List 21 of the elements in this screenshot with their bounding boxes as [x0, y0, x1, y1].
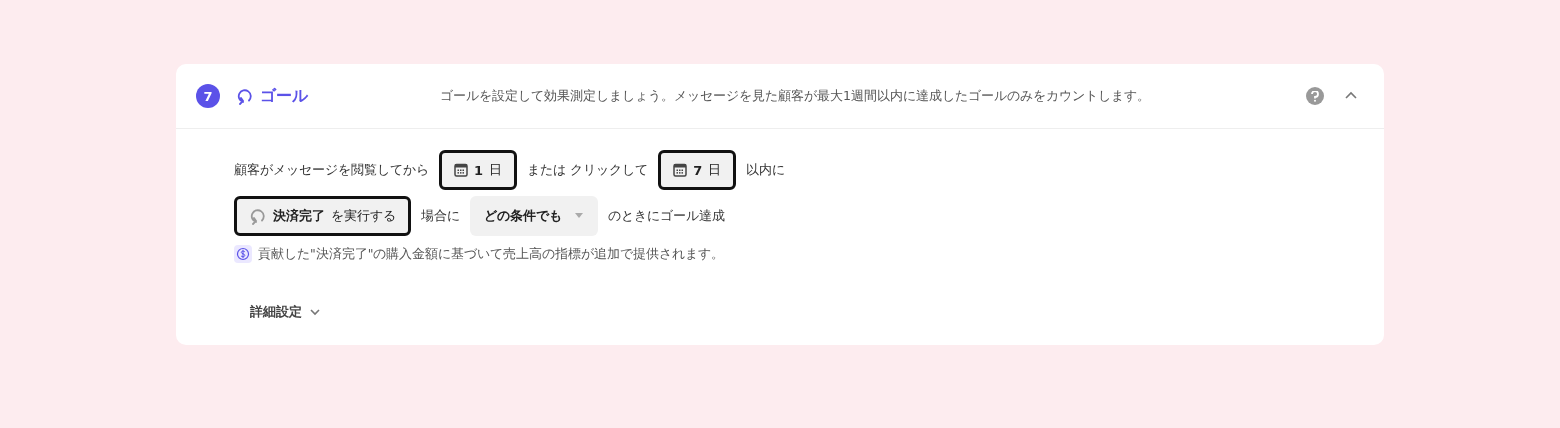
revenue-note: 貢献した"決済完了"の購入金額に基づいて売上高の指標が追加で提供されます。 — [258, 245, 725, 263]
days-button[interactable]: 1 日 — [439, 150, 518, 190]
caret-icon — [574, 213, 584, 219]
section-title: ゴール — [260, 85, 309, 107]
refresh-icon — [236, 87, 254, 105]
condition-text: 場合に — [421, 207, 460, 225]
step-number: 7 — [196, 84, 220, 108]
condition-text: 以内に — [746, 161, 786, 179]
section-description: ゴールを設定して効果測定しましょう。メッセージを見た顧客が最大1週間以内に達成したゴールのみをカウントします。 — [440, 87, 1151, 105]
calendar-icon — [673, 163, 688, 177]
condition-dropdown[interactable]: どの条件でも — [470, 196, 598, 236]
refresh-icon — [249, 207, 267, 225]
help-icon[interactable] — [1306, 87, 1324, 105]
dollar-icon — [234, 245, 252, 263]
condition-text: 顧客がメッセージを閲覧してから — [234, 161, 429, 179]
event-button[interactable]: 決済完了 を実行する — [234, 196, 411, 236]
days-button[interactable]: 7 日 — [658, 150, 737, 190]
condition-text: のときにゴール達成 — [608, 207, 725, 225]
condition-text: または クリックして — [527, 161, 649, 179]
calendar-icon — [454, 163, 468, 177]
advanced-settings-toggle[interactable]: 詳細設定 — [234, 303, 338, 321]
